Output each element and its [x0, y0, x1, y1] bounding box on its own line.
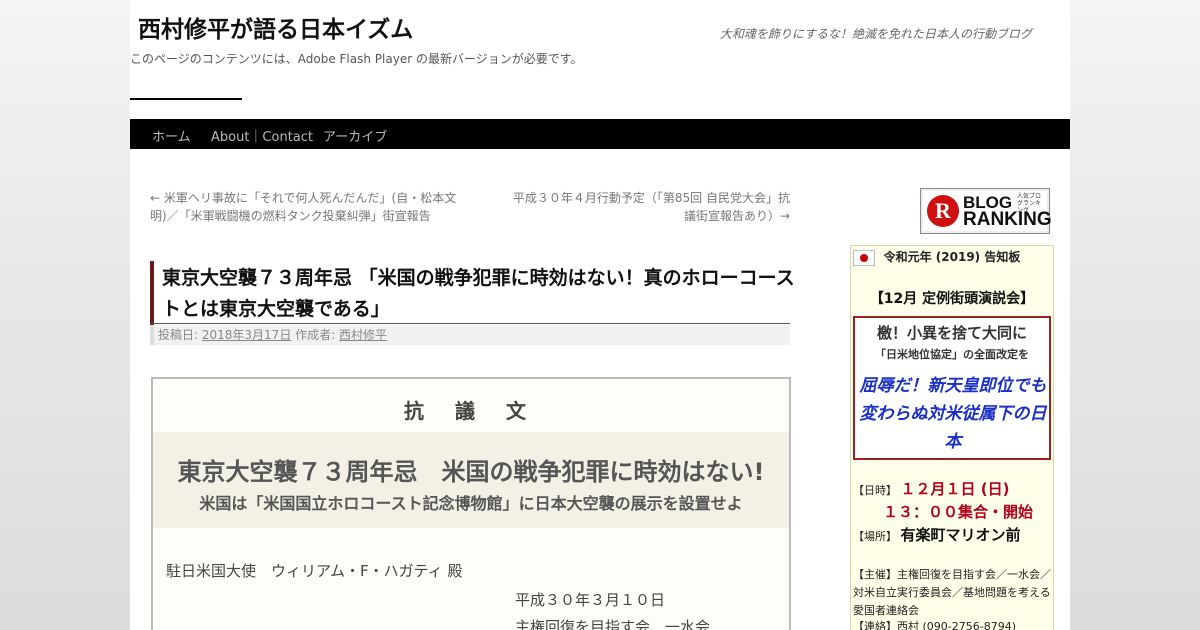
blog-ranking-small: 人気ブログランキング — [1017, 193, 1042, 214]
author-label: 作成者: — [295, 328, 336, 342]
header-divider — [130, 98, 242, 100]
post-date-link[interactable]: 2018年3月17日 — [202, 328, 291, 342]
notice-title: 令和元年 (2019) 告知板 — [883, 250, 1021, 264]
notice-board: 令和元年 (2019) 告知板 【12月 定例街頭演説会】 檄！小異を捨て大同に… — [850, 245, 1054, 630]
nav-item-about-contact[interactable]: About｜Contact — [211, 126, 313, 145]
protest-letter: 抗 議 文 東京大空襲７３周年忌 米国の戦争犯罪に時効はない! 米国は「米国国立… — [151, 377, 791, 630]
site-description: 大和魂を飾りにするな！絶滅を免れた日本人の行動ブログ — [719, 27, 1032, 41]
post-title: 東京大空襲７３周年忌 「米国の戦争犯罪に時効はない！真のホローコーストとは東京大… — [150, 261, 798, 325]
date-value: １２月１日 (日) — [900, 480, 1010, 498]
place-label: 【場所】 — [853, 530, 897, 543]
event-time: １３：００集合・開始 — [883, 503, 1034, 521]
slogan-line-2: 「日米地位協定」の全面改定を — [875, 348, 1029, 361]
post-meta: 投稿日: 2018年3月17日 作成者: 西村修平 — [150, 325, 790, 345]
letter-organization: 主権回復を目指す会 一水会 — [515, 618, 711, 630]
nav-item-archive[interactable]: アーカイブ — [323, 126, 387, 145]
notice-slogan-box: 檄！小異を捨て大同に 「日米地位協定」の全面改定を 屈辱だ！新天皇即位でも変わら… — [853, 316, 1051, 460]
protest-title-band: 東京大空襲７３周年忌 米国の戦争犯罪に時効はない! 米国は「米国国立ホロコースト… — [153, 432, 789, 528]
blog-ranking-logo-icon: R — [927, 195, 959, 227]
date-label: 【日時】 — [853, 484, 897, 497]
main-navigation: ホーム About｜Contact アーカイブ — [130, 119, 1070, 149]
flash-player-notice: このページのコンテンツには、Adobe Flash Player の最新バージョ… — [130, 52, 583, 66]
nav-item-home[interactable]: ホーム — [152, 126, 191, 145]
notice-event: 【12月 定例街頭演説会】 — [869, 291, 1035, 307]
event-place-row: 【場所】 有楽町マリオン前 — [853, 524, 1021, 545]
event-date-row: 【日時】 １２月１日 (日) — [853, 478, 1009, 499]
protest-subtitle: 米国は「米国国立ホロコースト記念博物館」に日本大空襲の展示を設置せよ — [199, 494, 743, 513]
letter-date: 平成３０年３月１０日 — [515, 591, 666, 609]
event-host: 【主催】主権回復を目指す会／一水会／対米自立実行委員会／基地問題を考える愛国者連… — [853, 568, 1051, 617]
previous-post-link[interactable]: ← 米軍ヘリ事故に「それで何人死んだんだ」(自・松本文明)／「米軍戦闘機の燃料タ… — [150, 189, 470, 225]
event-contact: 【連絡】西村 (090-2756-8794) — [853, 620, 1017, 630]
slogan-line-1: 檄！小異を捨て大同に — [876, 324, 1027, 342]
post-author-link[interactable]: 西村修平 — [339, 328, 387, 342]
place-value: 有楽町マリオン前 — [900, 526, 1021, 544]
page-container: 西村修平が語る日本イズム 大和魂を飾りにするな！絶滅を免れた日本人の行動ブログ … — [130, 0, 1070, 630]
posted-label: 投稿日: — [158, 328, 199, 342]
protest-title: 東京大空襲７３周年忌 米国の戦争犯罪に時効はない! — [177, 458, 765, 486]
next-post-link[interactable]: 平成３０年４月行動予定（「第85回 自民党大会」抗議街宣報告あり）→ — [510, 189, 790, 225]
slogan-line-3: 屈辱だ！新天皇即位でも変わらぬ対米従属下の日本 — [859, 376, 1047, 452]
post-title-divider — [150, 323, 790, 324]
blog-ranking-banner[interactable]: R BLOG RANKING 人気ブログランキング — [920, 188, 1052, 234]
protest-heading: 抗 議 文 — [404, 399, 538, 423]
site-title[interactable]: 西村修平が語る日本イズム — [138, 10, 413, 44]
letter-addressee: 駐日米国大使 ウィリアム・F・ハガティ 殿 — [166, 562, 463, 580]
